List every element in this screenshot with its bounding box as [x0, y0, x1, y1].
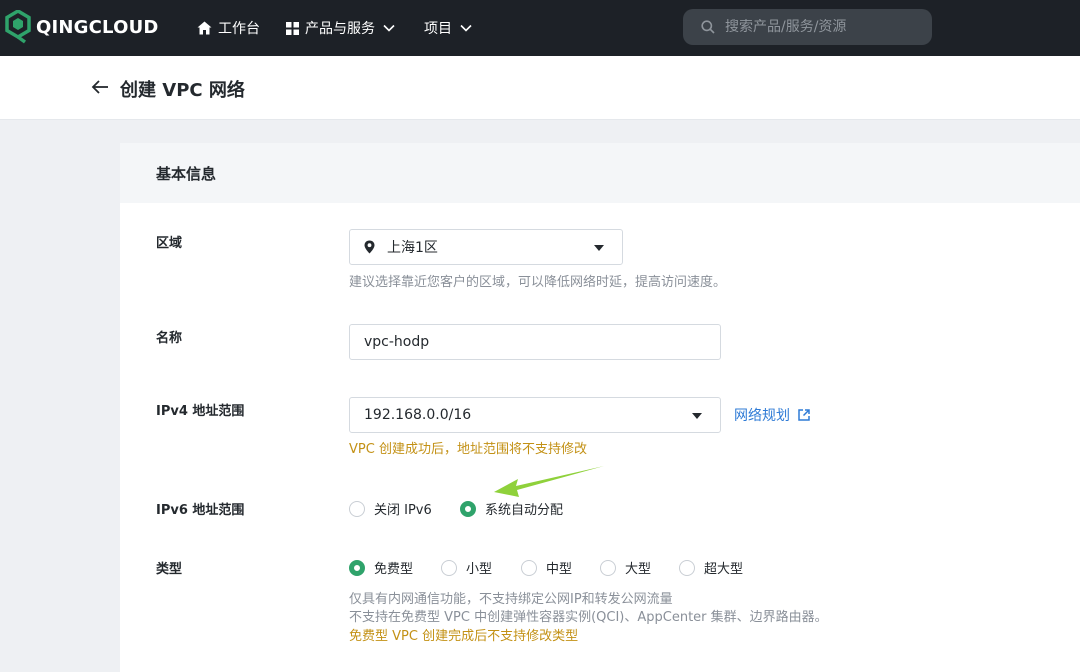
qingcloud-logo-icon [5, 10, 31, 44]
type-option-free-label: 免费型 [374, 562, 414, 577]
top-navbar: QINGCLOUD 工作台 产品与服务 项目 [0, 0, 1080, 56]
name-input[interactable] [349, 324, 721, 360]
external-link-icon [798, 409, 810, 421]
type-option-xlarge-label: 超大型 [704, 562, 744, 577]
type-warning: 免费型 VPC 创建完成后不支持修改类型 [349, 629, 579, 644]
ipv6-option-auto[interactable]: 系统自动分配 [460, 499, 563, 518]
nav-projects[interactable]: 项目 [424, 0, 472, 56]
radio-circle[interactable] [600, 559, 616, 576]
nav-projects-label: 项目 [424, 21, 452, 37]
network-planning-link[interactable]: 网络规划 [734, 405, 810, 425]
chevron-down-icon [383, 24, 395, 32]
network-planning-label: 网络规划 [734, 408, 790, 424]
region-hint: 建议选择靠近您客户的区域，可以降低网络时延，提高访问速度。 [349, 275, 727, 290]
search-input[interactable] [725, 19, 915, 35]
type-option-small[interactable]: 小型 [441, 558, 521, 577]
nav-products-label: 产品与服务 [305, 21, 375, 37]
global-search[interactable] [683, 9, 932, 45]
region-value: 上海1区 [387, 240, 438, 256]
ipv6-option-off-label: 关闭 IPv6 [374, 503, 432, 518]
page-title: 创建 VPC 网络 [120, 80, 245, 101]
type-option-xlarge[interactable]: 超大型 [679, 558, 743, 577]
ipv4-select[interactable]: 192.168.0.0/16 [349, 397, 721, 433]
nav-products[interactable]: 产品与服务 [286, 0, 395, 56]
ipv6-radio-group: 关闭 IPv6 系统自动分配 [349, 499, 563, 518]
back-arrow-icon[interactable] [91, 79, 109, 95]
radio-circle[interactable] [521, 559, 537, 576]
brand-name: QINGCLOUD [36, 16, 159, 38]
chevron-down-icon [460, 24, 472, 32]
location-pin-icon [364, 240, 375, 254]
nav-workbench-label: 工作台 [218, 21, 260, 37]
region-select[interactable]: 上海1区 [349, 229, 623, 265]
radio-circle[interactable] [349, 500, 365, 517]
type-option-free[interactable]: 免费型 [349, 558, 441, 577]
ipv4-warning: VPC 创建成功后，地址范围将不支持修改 [349, 442, 587, 457]
type-option-medium[interactable]: 中型 [521, 558, 600, 577]
section-title: 基本信息 [120, 143, 1080, 203]
ipv4-label: IPv4 地址范围 [156, 404, 245, 419]
type-option-small-label: 小型 [466, 562, 493, 577]
region-label: 区域 [156, 236, 183, 251]
radio-circle-checked[interactable] [349, 559, 365, 576]
type-hint-2: 不支持在免费型 VPC 中创建弹性容器实例(QCI)、AppCenter 集群、… [349, 610, 828, 625]
caret-down-icon [692, 413, 702, 419]
radio-circle[interactable] [441, 559, 457, 576]
basic-info-card: 基本信息 区域 上海1区 建议选择靠近您客户的区域，可以降低网络时延，提高访问速… [120, 143, 1080, 672]
search-icon [701, 20, 715, 34]
type-radio-group: 免费型 小型 中型 大型 超大型 [349, 558, 743, 577]
type-option-large-label: 大型 [625, 562, 652, 577]
annotation-arrow-icon [494, 466, 604, 497]
radio-circle-checked[interactable] [460, 500, 476, 517]
ipv4-value: 192.168.0.0/16 [364, 407, 472, 423]
caret-down-icon [594, 245, 604, 251]
ipv6-label: IPv6 地址范围 [156, 503, 245, 518]
page-header: 创建 VPC 网络 [0, 56, 1080, 120]
type-option-medium-label: 中型 [546, 562, 573, 577]
brand-logo[interactable]: QINGCLOUD [5, 10, 159, 44]
nav-workbench[interactable]: 工作台 [197, 0, 260, 56]
type-label: 类型 [156, 562, 183, 577]
grid-icon [286, 21, 299, 35]
type-hint-1: 仅具有内网通信功能，不支持绑定公网IP和转发公网流量 [349, 592, 673, 607]
home-icon [197, 21, 212, 35]
name-label: 名称 [156, 331, 183, 346]
ipv6-option-auto-label: 系统自动分配 [485, 503, 564, 518]
type-option-large[interactable]: 大型 [600, 558, 679, 577]
radio-circle[interactable] [679, 559, 695, 576]
ipv6-option-off[interactable]: 关闭 IPv6 [349, 499, 460, 518]
